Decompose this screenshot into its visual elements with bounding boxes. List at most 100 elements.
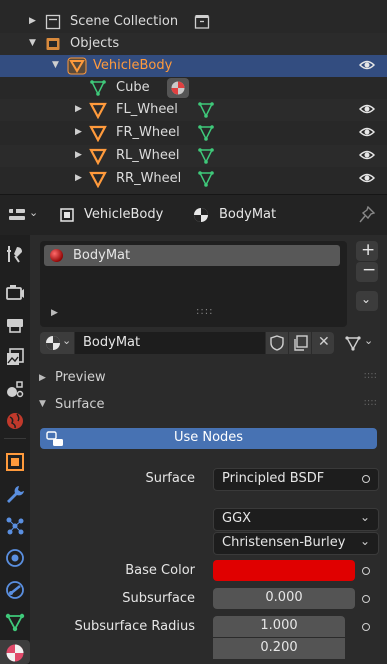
outliner-label-rl-wheel: RL_Wheel	[116, 148, 180, 163]
properties-header: ⌄ VehicleBody BodyMat	[0, 195, 387, 235]
scene-icon	[7, 381, 24, 398]
surface-panel-header[interactable]: ▼ Surface ::::	[30, 392, 387, 418]
constraints-icon	[6, 581, 24, 599]
link-menu[interactable]: ⌄	[343, 332, 377, 354]
collapse-arrow-icon[interactable]: ▼	[52, 60, 59, 70]
drag-handle-icon[interactable]: ::::	[364, 397, 377, 408]
properties-editor-icon	[9, 208, 25, 220]
remove-slot-button[interactable]: −	[356, 260, 378, 282]
use-nodes-button[interactable]: Use Nodes	[40, 428, 377, 449]
tab-tool[interactable]	[4, 243, 26, 265]
subsurface-method-value: Christensen-Burley	[222, 535, 346, 550]
tab-modifiers[interactable]	[4, 483, 26, 505]
tab-output[interactable]	[4, 314, 26, 336]
breadcrumb-object: VehicleBody	[84, 207, 164, 222]
expand-arrow-icon[interactable]: ▶	[75, 173, 82, 183]
socket-dot-icon[interactable]	[362, 623, 370, 631]
tab-data[interactable]	[4, 611, 26, 633]
distribution-dropdown[interactable]: GGX ⌄	[213, 508, 379, 531]
duplicate-material-button[interactable]	[289, 332, 311, 354]
material-name-field[interactable]: BodyMat	[75, 332, 265, 354]
outliner-row-fr-wheel[interactable]: ▶ FR_Wheel	[0, 122, 387, 144]
render-camera-icon	[6, 285, 24, 300]
tab-scene[interactable]	[4, 378, 26, 400]
visibility-eye-icon[interactable]	[359, 171, 375, 185]
outliner-row-cube[interactable]: Cube	[0, 77, 387, 99]
drag-handle-icon[interactable]: ::::	[364, 370, 377, 381]
tab-world[interactable]	[4, 410, 26, 432]
outliner-row-rr-wheel[interactable]: ▶ RR_Wheel	[0, 168, 387, 190]
unlink-material-button[interactable]: ✕	[312, 332, 334, 354]
mesh-link-icon	[345, 336, 361, 351]
add-slot-button[interactable]: +	[356, 240, 378, 261]
mesh-data-icon	[198, 148, 214, 164]
outliner-row-fl-wheel[interactable]: ▶ FL_Wheel	[0, 99, 387, 121]
tab-physics[interactable]	[4, 547, 26, 569]
subsurface-radius-x[interactable]: 1.000	[213, 616, 345, 637]
preview-panel-header[interactable]: ▶ Preview ::::	[30, 365, 387, 391]
mesh-data-icon	[198, 102, 214, 118]
outliner: ▶ Scene Collection ▼ Objects ▼ VehicleBo…	[0, 0, 387, 195]
outliner-row-rl-wheel[interactable]: ▶ RL_Wheel	[0, 145, 387, 167]
expand-arrow-icon[interactable]: ▶	[75, 127, 82, 137]
material-sphere-icon	[171, 81, 185, 95]
output-printer-icon	[7, 319, 23, 333]
slot-specials-button[interactable]: ⌄	[356, 291, 378, 311]
breadcrumb-material: BodyMat	[219, 207, 277, 222]
chevron-down-icon: ⌄	[360, 510, 371, 524]
surface-shader-selector[interactable]: Principled BSDF	[213, 468, 379, 491]
resize-grip-icon[interactable]: ::::	[196, 306, 213, 317]
material-name-value: BodyMat	[83, 335, 141, 350]
visibility-eye-icon[interactable]	[359, 148, 375, 162]
pin-icon[interactable]	[359, 206, 375, 224]
tab-particles[interactable]	[4, 515, 26, 537]
subsurface-method-dropdown[interactable]: Christensen-Burley ⌄	[213, 532, 379, 555]
visibility-eye-icon[interactable]	[359, 58, 375, 72]
subsurface-radius-y[interactable]: 0.200	[213, 638, 345, 659]
tab-view-layer[interactable]	[4, 346, 26, 368]
tool-icon	[7, 246, 22, 263]
outliner-row-objects[interactable]: ▼ Objects	[0, 33, 387, 55]
material-badge[interactable]	[167, 78, 189, 98]
outliner-label-fl-wheel: FL_Wheel	[116, 102, 178, 117]
physics-icon	[6, 549, 24, 567]
tab-object[interactable]	[4, 451, 26, 473]
editor-type-menu[interactable]: ⌄	[6, 205, 42, 225]
list-filter-arrow-icon[interactable]: ▶	[51, 308, 58, 318]
tab-render[interactable]	[4, 282, 26, 304]
duplicate-icon	[294, 335, 308, 351]
material-preview-icon	[50, 249, 63, 262]
socket-dot-icon[interactable]	[362, 567, 370, 575]
expand-arrow-icon[interactable]: ▶	[75, 150, 82, 160]
material-slot-item[interactable]: BodyMat	[44, 245, 340, 266]
base-color-swatch[interactable]	[213, 560, 355, 581]
outliner-row-vehiclebody[interactable]: ▼ VehicleBody	[0, 55, 387, 77]
surface-label: Surface	[145, 471, 195, 486]
socket-dot-icon[interactable]	[362, 595, 370, 603]
base-color-label: Base Color	[125, 563, 195, 578]
distribution-value: GGX	[222, 511, 252, 526]
material-icon	[194, 208, 208, 222]
browse-material-button[interactable]: ⌄	[40, 332, 74, 354]
material-slot-label: BodyMat	[73, 248, 131, 263]
expand-arrow-icon[interactable]: ▶	[75, 104, 82, 114]
visibility-eye-icon[interactable]	[359, 125, 375, 139]
outliner-label-scene-collection: Scene Collection	[70, 14, 179, 29]
object-properties-icon	[6, 453, 24, 471]
collapse-arrow-icon[interactable]: ▼	[29, 38, 36, 48]
object-icon	[89, 125, 107, 142]
tab-constraints[interactable]	[4, 579, 26, 601]
expand-arrow-icon: ▶	[39, 373, 46, 383]
subsurface-slider[interactable]: 0.000	[213, 588, 355, 609]
tab-material[interactable]	[0, 640, 30, 664]
world-globe-icon	[7, 413, 23, 429]
outliner-label-fr-wheel: FR_Wheel	[116, 125, 180, 140]
expand-arrow-icon[interactable]: ▶	[29, 16, 36, 26]
new-collection-icon[interactable]	[194, 14, 210, 30]
outliner-row-scene-collection[interactable]: ▶ Scene Collection	[0, 11, 387, 33]
fake-user-button[interactable]	[266, 332, 288, 354]
visibility-eye-icon[interactable]	[359, 102, 375, 116]
minus-icon: −	[362, 260, 377, 280]
collapse-arrow-icon: ▼	[39, 399, 46, 409]
material-slot-list[interactable]: BodyMat ▶ ::::	[40, 241, 347, 327]
